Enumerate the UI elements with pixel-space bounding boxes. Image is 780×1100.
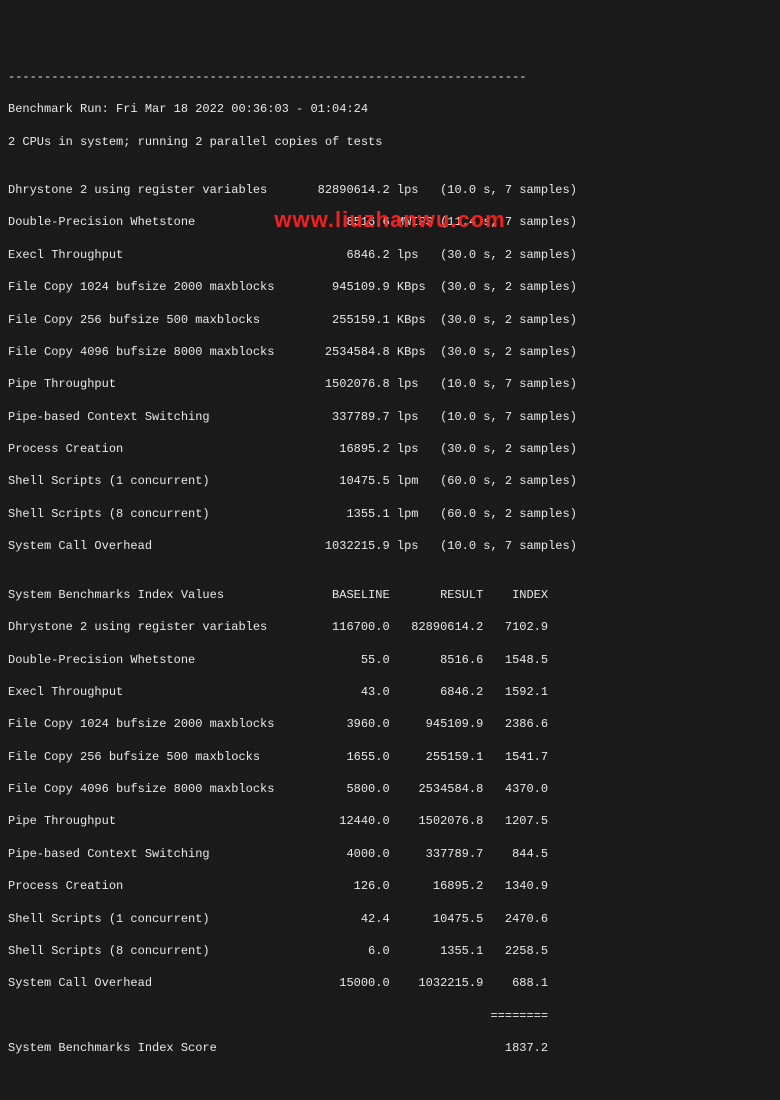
index-header: System Benchmarks Index Values BASELINE … bbox=[8, 587, 772, 603]
index-row: Double-Precision Whetstone 55.0 8516.6 1… bbox=[8, 652, 772, 668]
index-row: Process Creation 126.0 16895.2 1340.9 bbox=[8, 878, 772, 894]
result-row: Shell Scripts (8 concurrent) 1355.1 lpm … bbox=[8, 506, 772, 522]
result-row: Shell Scripts (1 concurrent) 10475.5 lpm… bbox=[8, 473, 772, 489]
result-row: Process Creation 16895.2 lps (30.0 s, 2 … bbox=[8, 441, 772, 457]
index-row: Execl Throughput 43.0 6846.2 1592.1 bbox=[8, 684, 772, 700]
result-row: Pipe-based Context Switching 337789.7 lp… bbox=[8, 409, 772, 425]
benchmark-run-line: Benchmark Run: Fri Mar 18 2022 00:36:03 … bbox=[8, 101, 772, 117]
cpu-info-line: 2 CPUs in system; running 2 parallel cop… bbox=[8, 134, 772, 150]
index-row: Dhrystone 2 using register variables 116… bbox=[8, 619, 772, 635]
index-row: System Call Overhead 15000.0 1032215.9 6… bbox=[8, 975, 772, 991]
result-row: File Copy 4096 bufsize 8000 maxblocks 25… bbox=[8, 344, 772, 360]
result-row: Pipe Throughput 1502076.8 lps (10.0 s, 7… bbox=[8, 376, 772, 392]
index-row: File Copy 256 bufsize 500 maxblocks 1655… bbox=[8, 749, 772, 765]
result-row: System Call Overhead 1032215.9 lps (10.0… bbox=[8, 538, 772, 554]
result-row: File Copy 256 bufsize 500 maxblocks 2551… bbox=[8, 312, 772, 328]
index-row: File Copy 4096 bufsize 8000 maxblocks 58… bbox=[8, 781, 772, 797]
result-row: Dhrystone 2 using register variables 828… bbox=[8, 182, 772, 198]
result-row: Double-Precision Whetstone 8516.6 MWIPS … bbox=[8, 214, 772, 230]
index-row: Shell Scripts (1 concurrent) 42.4 10475.… bbox=[8, 911, 772, 927]
index-row: Pipe Throughput 12440.0 1502076.8 1207.5 bbox=[8, 813, 772, 829]
index-score-line: System Benchmarks Index Score 1837.2 bbox=[8, 1040, 772, 1056]
score-divider: ======== bbox=[8, 1008, 772, 1024]
result-row: Execl Throughput 6846.2 lps (30.0 s, 2 s… bbox=[8, 247, 772, 263]
index-row: File Copy 1024 bufsize 2000 maxblocks 39… bbox=[8, 716, 772, 732]
result-row: File Copy 1024 bufsize 2000 maxblocks 94… bbox=[8, 279, 772, 295]
index-row: Pipe-based Context Switching 4000.0 3377… bbox=[8, 846, 772, 862]
index-row: Shell Scripts (8 concurrent) 6.0 1355.1 … bbox=[8, 943, 772, 959]
divider-top: ----------------------------------------… bbox=[8, 69, 772, 85]
